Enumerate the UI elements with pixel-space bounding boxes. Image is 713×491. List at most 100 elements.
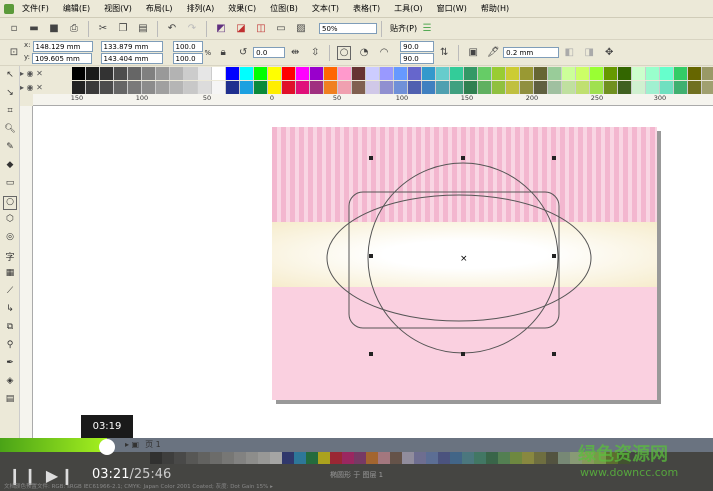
menu-help[interactable]: 帮助(H) (481, 3, 509, 14)
color-swatch[interactable] (506, 80, 520, 94)
color-swatch[interactable] (464, 66, 478, 80)
color-swatch[interactable] (674, 66, 688, 80)
menu-edit[interactable]: 编辑(E) (63, 3, 90, 14)
cut-icon[interactable]: ✂ (96, 22, 110, 36)
print-icon[interactable]: ⎙ (67, 22, 81, 36)
color-swatch[interactable] (534, 66, 548, 80)
color-swatch[interactable] (268, 80, 282, 94)
color-swatch[interactable] (338, 66, 352, 80)
color-swatch[interactable] (366, 80, 380, 94)
color-swatch[interactable] (520, 66, 534, 80)
open-icon[interactable]: ▬ (27, 22, 41, 36)
color-swatch[interactable] (548, 66, 562, 80)
color-swatch[interactable] (114, 66, 128, 80)
width-input[interactable]: 133.879 mm (100, 41, 163, 52)
color-swatch[interactable] (268, 66, 282, 80)
color-swatch[interactable] (184, 80, 198, 94)
snap-to-menu[interactable]: 贴齐(P) (390, 23, 417, 34)
polygon-tool-icon[interactable]: ⬡ (3, 214, 17, 228)
to-back-icon[interactable]: ◨ (582, 46, 596, 60)
pie-mode-icon[interactable]: ◔ (357, 46, 371, 60)
lock-ratio-icon[interactable]: 🔒︎ (216, 46, 230, 60)
color-swatch[interactable] (170, 66, 184, 80)
color-swatch[interactable] (590, 66, 604, 80)
color-swatch[interactable] (506, 66, 520, 80)
color-swatch[interactable] (282, 80, 296, 94)
arc-mode-icon[interactable]: ◠ (377, 46, 391, 60)
publish-icon[interactable]: ◫ (254, 22, 268, 36)
color-swatch[interactable] (226, 66, 240, 80)
color-swatch[interactable] (142, 80, 156, 94)
menu-window[interactable]: 窗口(W) (437, 3, 467, 14)
page-nav-icon[interactable]: ▸ ▣ (125, 440, 139, 449)
color-swatch[interactable] (254, 80, 268, 94)
freehand-tool-icon[interactable]: ✎ (3, 142, 17, 156)
color-swatch[interactable] (100, 66, 114, 80)
height-input[interactable]: 143.404 mm (100, 53, 163, 64)
y-position-input[interactable]: 109.605 mm (32, 53, 92, 64)
import-icon[interactable]: ◩ (214, 22, 228, 36)
color-swatch[interactable] (478, 66, 492, 80)
color-swatch[interactable] (296, 66, 310, 80)
color-swatch[interactable] (450, 66, 464, 80)
page-tab-bar[interactable]: ▸ ▣ 页 1 (125, 439, 161, 450)
start-angle-input[interactable]: 90.0 (400, 41, 435, 52)
smart-fill-icon[interactable]: ◆ (3, 160, 17, 174)
rectangle-tool-icon[interactable]: ▭ (3, 178, 17, 192)
color-swatch[interactable] (86, 66, 100, 80)
color-swatch[interactable] (86, 80, 100, 94)
color-swatch[interactable] (492, 80, 506, 94)
color-swatch[interactable] (436, 80, 450, 94)
reference-point-icon[interactable]: ⊡ (7, 46, 21, 60)
color-swatch[interactable] (142, 66, 156, 80)
color-swatch[interactable] (408, 80, 422, 94)
color-swatch[interactable] (590, 80, 604, 94)
save-icon[interactable]: ■ (47, 22, 61, 36)
color-swatch[interactable] (170, 80, 184, 94)
color-swatch[interactable] (618, 66, 632, 80)
outline-tool-icon[interactable]: ✒ (3, 358, 17, 372)
zoom-tool-icon[interactable]: 🔍︎ (3, 124, 17, 138)
color-swatch[interactable] (548, 80, 562, 94)
dimension-tool-icon[interactable]: ⟋ (3, 286, 17, 300)
selected-shapes[interactable]: × (33, 106, 713, 441)
redo-icon[interactable]: ↷ (185, 22, 199, 36)
color-swatch[interactable] (254, 66, 268, 80)
menu-layout[interactable]: 布局(L) (146, 3, 173, 14)
paste-icon[interactable]: ▤ (136, 22, 150, 36)
vertical-ruler[interactable] (20, 106, 33, 446)
color-swatch[interactable] (240, 80, 254, 94)
application-launcher-icon[interactable]: ▭ (274, 22, 288, 36)
ellipse-mode-icon[interactable]: ○ (337, 45, 352, 60)
color-swatch[interactable] (212, 66, 226, 80)
color-swatch[interactable] (464, 80, 478, 94)
color-swatch[interactable] (352, 80, 366, 94)
color-swatch[interactable] (394, 80, 408, 94)
color-swatch[interactable] (646, 80, 660, 94)
blend-tool-icon[interactable]: ⧉ (3, 322, 17, 336)
color-swatch[interactable] (562, 66, 576, 80)
color-swatch[interactable] (688, 80, 702, 94)
palette-controls[interactable]: ▸ ◉ ✕ (20, 69, 72, 78)
end-angle-input[interactable]: 90.0 (400, 53, 435, 64)
color-swatch[interactable] (604, 66, 618, 80)
color-swatch[interactable] (240, 66, 254, 80)
mirror-vertical-icon[interactable]: ⇳ (308, 46, 322, 60)
color-swatch[interactable] (324, 80, 338, 94)
color-swatch[interactable] (72, 66, 86, 80)
color-swatch[interactable] (660, 80, 674, 94)
color-swatch[interactable] (618, 80, 632, 94)
crop-tool-icon[interactable]: ⌗ (3, 106, 17, 120)
new-icon[interactable]: ▫ (7, 22, 21, 36)
mirror-horizontal-icon[interactable]: ⇹ (288, 46, 302, 60)
pick-tool-icon[interactable]: ↖ (3, 70, 17, 84)
color-swatch[interactable] (156, 80, 170, 94)
horizontal-ruler[interactable]: 150 100 50 0 50 100 150 200 250 300 (33, 94, 713, 106)
convert-to-curves-icon[interactable]: ✥ (602, 46, 616, 60)
color-swatch[interactable] (184, 66, 198, 80)
color-swatch[interactable] (198, 66, 212, 80)
color-swatch[interactable] (450, 80, 464, 94)
color-swatch[interactable] (562, 80, 576, 94)
color-swatch[interactable] (646, 66, 660, 80)
fill-tool-icon[interactable]: ◈ (3, 376, 17, 390)
